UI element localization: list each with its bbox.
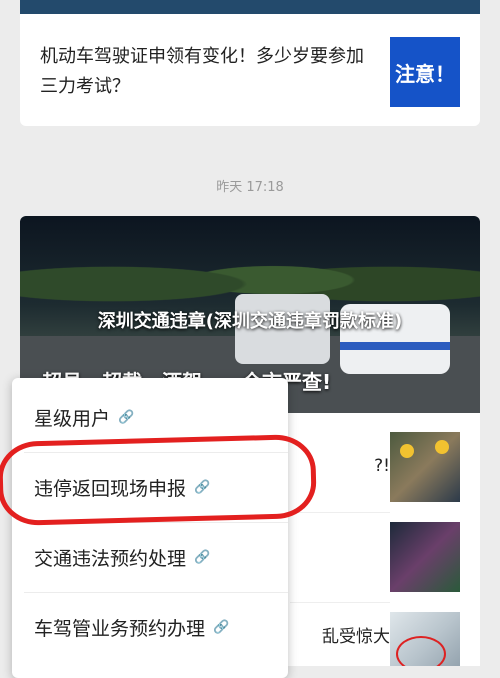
menu-item-label: 车驾管业务预约办理	[34, 617, 206, 640]
list-item-title-3[interactable]: 乱受惊大	[290, 622, 390, 647]
hero-title: 深圳交通违章(深圳交通违章罚款标准)	[97, 311, 403, 332]
popup-menu: 星级用户 🔗 违停返回现场申报 🔗 交通违法预约处理 🔗 车驾管业务预约办理 🔗	[12, 378, 288, 678]
article-thumbnail: 注意！	[390, 37, 460, 107]
message-timestamp: 昨天 17:18	[216, 180, 284, 195]
link-icon: 🔗	[213, 619, 230, 635]
article-card-license[interactable]: 机动车驾驶证申领有变化！多少岁要参加三力考试？ 注意！	[20, 0, 480, 126]
link-icon: 🔗	[118, 409, 135, 425]
card-top-strip	[20, 0, 480, 14]
article-title: 机动车驾驶证申领有变化！多少岁要参加三力考试？	[40, 46, 364, 97]
list-thumbnail-2[interactable]	[390, 522, 460, 592]
menu-item-label: 交通违法预约处理	[34, 547, 187, 570]
red-highlight-circle	[0, 433, 318, 527]
menu-item-violation-appointment[interactable]: 交通违法预约处理 🔗	[12, 522, 288, 592]
list-divider	[290, 512, 390, 513]
link-icon: 🔗	[194, 549, 211, 565]
menu-item-label: 星级用户	[34, 407, 111, 430]
list-thumbnail-1[interactable]	[390, 432, 460, 502]
list-thumbnail-3[interactable]	[390, 612, 460, 666]
list-divider	[290, 602, 390, 603]
menu-item-vehicle-license-appointment[interactable]: 车驾管业务预约办理 🔗	[12, 592, 288, 662]
